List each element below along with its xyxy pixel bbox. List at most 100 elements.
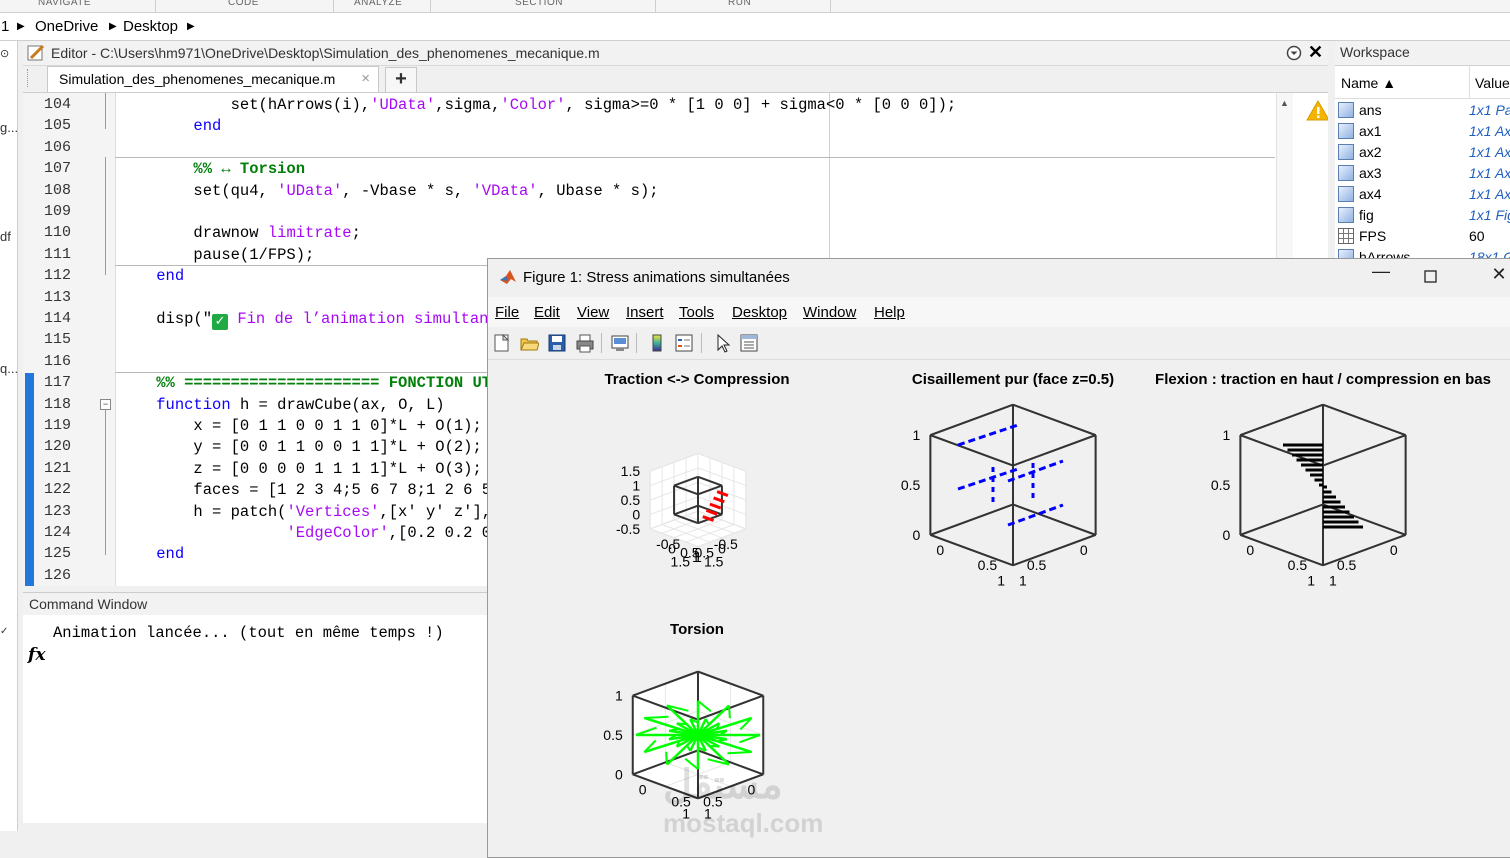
edit-plot-icon[interactable] (713, 333, 733, 353)
code-line[interactable]: 'EdgeColor',[0.2 0.2 0.2 (119, 524, 509, 542)
z-tick-label: 1 (1223, 427, 1231, 443)
z-tick-label: 0.5 (603, 727, 623, 743)
editor-tab-simulation[interactable]: Simulation_des_phenomenes_mecanique.m × (47, 66, 379, 93)
breadcrumb-root[interactable]: 1 (1, 18, 9, 35)
cube-edge (1322, 503, 1406, 536)
line-number: 113 (43, 288, 71, 306)
toolstrip-tab-run[interactable]: RUN (728, 0, 751, 8)
menu-insert[interactable]: Insert (626, 304, 664, 321)
code-line[interactable]: y = [0 0 1 1 0 0 1 1]*L + O(2); (119, 438, 481, 456)
variable-value: 60 (1469, 228, 1485, 244)
save-icon[interactable] (547, 333, 567, 353)
code-line[interactable]: pause(1/FPS); (119, 246, 314, 264)
property-inspector-icon[interactable] (739, 333, 759, 353)
line-number: 116 (43, 352, 71, 370)
new-figure-icon[interactable] (492, 333, 512, 353)
function-browser-icon[interactable]: fx (28, 645, 45, 665)
file-fragment[interactable]: g... (0, 120, 17, 135)
menu-desktop[interactable]: Desktop (732, 304, 787, 321)
x-tick-label: 1 (1329, 572, 1337, 588)
code-line[interactable]: h = patch('Vertices',[x' y' z'],'F (119, 503, 509, 521)
toolstrip-tab-navigate[interactable]: NAVIGATE (38, 0, 91, 8)
cube-edge (1012, 434, 1096, 467)
code-token: 'EdgeColor' (286, 524, 389, 542)
code-line[interactable]: end (119, 267, 184, 285)
code-line[interactable]: %% ↔ Torsion (119, 160, 305, 178)
column-name-header[interactable]: Name ▲ (1341, 75, 1396, 91)
workspace-variable-row[interactable]: ans 1x1 Pa (1335, 99, 1510, 120)
code-line[interactable]: function h = drawCube(ax, O, L) (119, 396, 444, 414)
workspace-variable-row[interactable]: fig 1x1 Fig (1335, 204, 1510, 225)
command-window[interactable]: Animation lancée... (tout en même temps … (23, 615, 493, 823)
toolstrip-tab-code[interactable]: CODE (228, 0, 259, 8)
breadcrumb-onedrive[interactable]: OneDrive (35, 18, 98, 35)
code-line[interactable]: set(qu4, 'UData', -Vbase * s, 'VData', U… (119, 181, 659, 200)
panel-menu-icon[interactable]: ⊙ (0, 47, 9, 60)
breadcrumb-desktop[interactable]: Desktop (123, 18, 178, 35)
toolstrip-tab-section[interactable]: SECTION (515, 0, 563, 8)
code-token: limitrate (267, 224, 352, 243)
toolstrip-tab-analyze[interactable]: ANALYZE (354, 0, 402, 8)
figure-toolbar (488, 327, 1510, 360)
workspace-variable-row[interactable]: FPS 60 (1335, 225, 1510, 246)
code-line[interactable]: x = [0 1 1 0 0 1 1 0]*L + O(1); (119, 417, 481, 435)
code-line[interactable]: end (119, 117, 221, 135)
axes-ax1[interactable]: Traction <-> Compression1.510.50-0.51.51… (604, 371, 789, 569)
line-number: 107 (43, 160, 71, 178)
warning-icon[interactable] (1306, 99, 1328, 121)
current-section-indicator (25, 373, 34, 586)
code-line[interactable]: drawnow limitrate; (119, 224, 360, 243)
close-icon[interactable]: ✕ (1308, 42, 1323, 63)
menu-edit[interactable]: Edit (534, 304, 560, 321)
file-fragment[interactable]: q... (0, 361, 17, 376)
minimize-icon[interactable]: — (1361, 261, 1401, 282)
code-token: %% ===================== FONCTION UTI (156, 374, 501, 393)
close-tab-icon[interactable]: × (361, 70, 370, 87)
insert-colorbar-icon[interactable] (647, 333, 667, 353)
y-tick-label: 1 (997, 572, 1005, 588)
code-token: , -Vbase * s, (342, 181, 473, 200)
code-line[interactable]: disp(" ✓ Fin de l’animation simultané (119, 310, 498, 330)
workspace-variable-row[interactable]: ax4 1x1 Ax (1335, 183, 1510, 204)
file-fragment[interactable]: df (0, 229, 11, 244)
fold-toggle[interactable]: − (100, 399, 111, 410)
command-output: Animation lancée... (tout en même temps … (53, 624, 444, 642)
workspace-variable-row[interactable]: ax1 1x1 Ax (1335, 120, 1510, 141)
cube-edge (1322, 403, 1406, 437)
code-line[interactable]: faces = [1 2 3 4;5 6 7 8;1 2 6 5;2 (119, 481, 509, 499)
code-line[interactable]: set(hArrows(i),'UData',sigma,'Color', si… (119, 96, 957, 114)
code-line[interactable]: end (119, 545, 184, 563)
y-tick-label: 0.5 (694, 545, 714, 561)
axes-ax3[interactable]: Flexion : traction en haut / compression… (1155, 371, 1491, 588)
menu-view[interactable]: View (577, 304, 609, 321)
y-tick-label: -0.5 (714, 536, 738, 552)
menu-file[interactable]: File (495, 304, 519, 321)
close-window-icon[interactable]: ✕ (1479, 264, 1510, 285)
link-plot-icon[interactable] (610, 333, 630, 353)
column-value-header[interactable]: Value (1469, 66, 1510, 98)
axes-ax2[interactable]: Cisaillement pur (face z=0.5)10.5010.501… (901, 371, 1114, 588)
code-token: , Ubase * s); (537, 181, 659, 200)
chevron-right-icon: ▶ (187, 21, 195, 32)
code-token: pause(1/FPS); (193, 245, 315, 264)
workspace-variable-row[interactable]: ax3 1x1 Ax (1335, 162, 1510, 183)
menu-help[interactable]: Help (874, 304, 905, 321)
line-number: 114 (43, 310, 71, 327)
insert-legend-icon[interactable] (674, 333, 694, 353)
code-token: end (156, 545, 185, 564)
editor-actions-icon[interactable] (1286, 45, 1302, 61)
code-token: %% ↔ Torsion (193, 160, 306, 179)
x-tick-label: -0.5 (656, 536, 680, 552)
workspace-variable-row[interactable]: ax2 1x1 Ax (1335, 141, 1510, 162)
code-line[interactable]: %% ===================== FONCTION UTI (119, 374, 500, 392)
print-icon[interactable] (575, 333, 595, 353)
chevron-down-icon[interactable]: ✓ (0, 626, 8, 637)
menu-tools[interactable]: Tools (679, 304, 714, 321)
open-file-icon[interactable] (519, 333, 539, 353)
menu-window[interactable]: Window (803, 304, 856, 321)
add-tab-button[interactable]: + (385, 67, 417, 93)
code-line[interactable]: z = [0 0 0 0 1 1 1 1]*L + O(3); (119, 460, 481, 478)
maximize-icon[interactable] (1423, 269, 1439, 285)
object-icon (1338, 144, 1354, 160)
figure-menubar: File Edit View Insert Tools Desktop Window Help (488, 297, 1510, 327)
